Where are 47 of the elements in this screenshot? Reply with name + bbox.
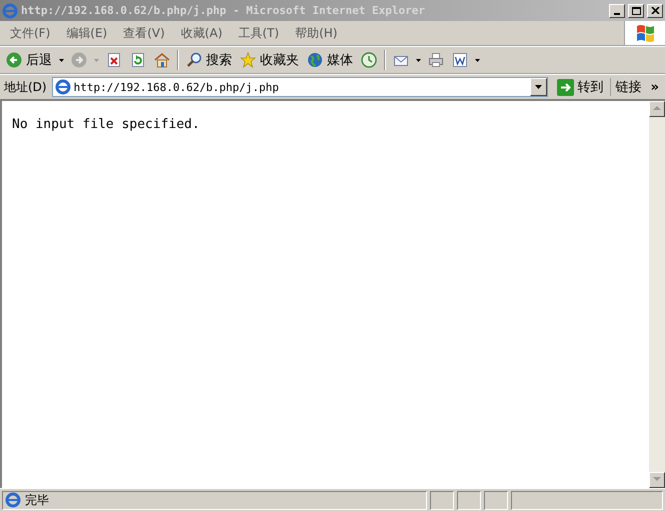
back-button[interactable]: 后退	[2, 48, 56, 72]
page-e-icon	[54, 79, 71, 95]
caret-icon[interactable]	[416, 58, 421, 62]
address-field[interactable]: http://192.168.0.62/b.php/j.php	[52, 77, 548, 97]
dropdown-button[interactable]	[530, 78, 547, 96]
go-button[interactable]: 转到	[550, 78, 611, 96]
maximize-button[interactable]	[628, 4, 644, 18]
status-pane	[430, 490, 454, 510]
clock-icon	[361, 52, 377, 68]
more-chevron[interactable]: »	[646, 80, 663, 94]
status-text: 完毕	[25, 492, 49, 508]
page-e-icon	[5, 492, 21, 508]
status-pane	[484, 490, 508, 510]
status-pane	[457, 490, 481, 510]
menu-item[interactable]: 编辑(E)	[58, 22, 116, 44]
menu-item[interactable]: 收藏(A)	[172, 22, 230, 44]
vertical-scrollbar[interactable]	[649, 101, 665, 488]
minimize-button[interactable]	[609, 4, 625, 18]
page-text: No input file specified.	[11, 116, 201, 134]
media-button[interactable]: 媒体	[303, 48, 357, 72]
close-button[interactable]	[647, 4, 663, 18]
menu-item[interactable]: 查看(V)	[115, 22, 173, 44]
arrow-right-icon	[556, 78, 574, 96]
menu-item[interactable]: 文件(F)	[2, 22, 58, 44]
menu-item[interactable]: 工具(T)	[230, 22, 288, 44]
document-w-icon	[452, 52, 468, 68]
favorites-button[interactable]: 收藏夹	[236, 48, 303, 72]
home-icon	[154, 52, 170, 68]
close-icon	[650, 7, 660, 14]
magnifier-icon	[186, 52, 202, 68]
refresh-page-icon	[130, 52, 146, 68]
printer-icon	[428, 52, 444, 68]
maximize-icon	[632, 6, 640, 14]
menu-item[interactable]: 帮助(H)	[287, 22, 346, 44]
links-button[interactable]: 链接	[614, 78, 644, 96]
address-text: http://192.168.0.62/b.php/j.php	[74, 80, 279, 94]
windows-flag-icon	[634, 22, 656, 44]
browser-logo-icon	[2, 2, 18, 18]
star-icon	[240, 52, 256, 68]
search-button[interactable]: 搜索	[182, 48, 236, 72]
minimize-icon	[614, 12, 620, 14]
caret-icon[interactable]	[475, 58, 480, 62]
address-label: 地址(D)	[3, 78, 48, 96]
stop-page-icon	[106, 52, 122, 68]
caret-icon	[534, 85, 542, 89]
caret-icon[interactable]	[59, 58, 64, 62]
globe-icon	[307, 52, 323, 68]
